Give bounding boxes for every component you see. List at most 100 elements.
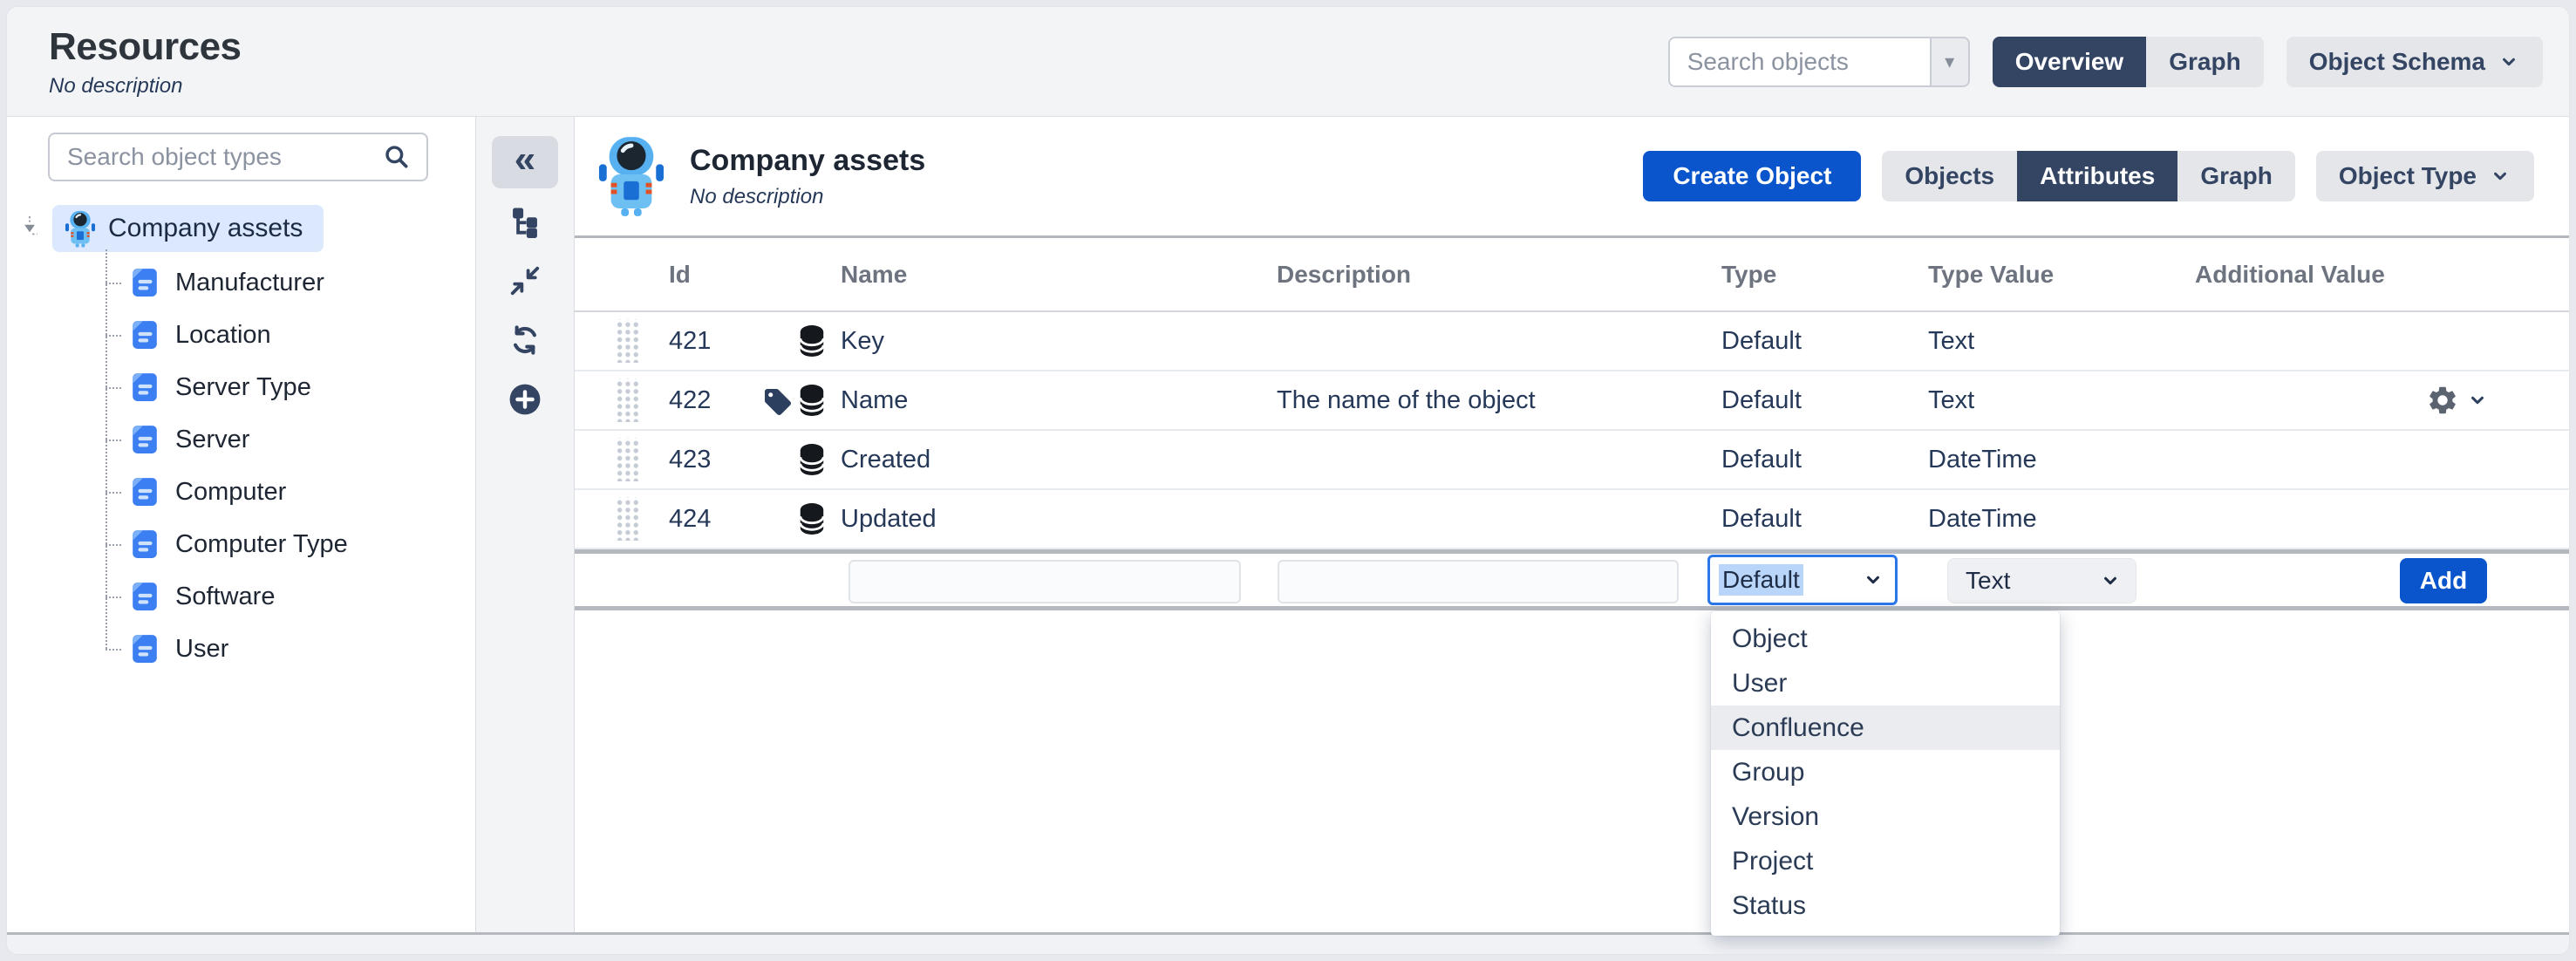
attribute-type-value: Text bbox=[1928, 386, 2195, 415]
chevron-down-icon bbox=[2099, 569, 2122, 592]
sidebar-item-user[interactable]: User bbox=[106, 623, 475, 675]
page-title: Resources bbox=[49, 25, 242, 69]
create-object-button[interactable]: Create Object bbox=[1643, 151, 1861, 201]
gear-icon[interactable] bbox=[2426, 384, 2459, 417]
attribute-id: 423 bbox=[669, 446, 745, 474]
database-icon bbox=[797, 324, 827, 358]
tab-switcher: Objects Attributes Graph bbox=[1882, 151, 2294, 201]
collapse-all-button[interactable] bbox=[492, 255, 558, 307]
type-option-status[interactable]: Status bbox=[1711, 883, 2060, 928]
attribute-type: Default bbox=[1721, 446, 1928, 474]
drag-handle[interactable] bbox=[615, 378, 639, 422]
chevron-down-icon[interactable] bbox=[2466, 389, 2489, 412]
object-type-panel: Company assets No description Create Obj… bbox=[575, 117, 2569, 932]
drag-handle[interactable] bbox=[615, 319, 639, 363]
tree-children: Manufacturer Location Server Type Server bbox=[106, 256, 475, 675]
tree-collapse-caret-icon[interactable] bbox=[7, 215, 52, 242]
type-option-version[interactable]: Version bbox=[1711, 794, 2060, 839]
chevron-down-icon bbox=[2498, 51, 2520, 73]
attribute-id: 422 bbox=[669, 386, 745, 415]
attribute-name: Created bbox=[841, 446, 1277, 474]
object-type-icon bbox=[130, 425, 160, 454]
column-additional-value: Additional Value bbox=[2195, 261, 2538, 289]
add-object-type-button[interactable] bbox=[492, 373, 558, 426]
type-option-user[interactable]: User bbox=[1711, 661, 2060, 705]
sidebar-item-computer[interactable]: Computer bbox=[106, 466, 475, 518]
object-type-subtitle: No description bbox=[690, 185, 925, 209]
attribute-type: Default bbox=[1721, 505, 1928, 534]
type-option-object[interactable]: Object bbox=[1711, 617, 2060, 661]
sidebar-item-location[interactable]: Location bbox=[106, 309, 475, 361]
type-option-project[interactable]: Project bbox=[1711, 839, 2060, 883]
attribute-id: 421 bbox=[669, 327, 745, 356]
attribute-row-424: 424 Updated Default DateTime bbox=[575, 490, 2569, 549]
sidebar-item-computer-type[interactable]: Computer Type bbox=[106, 518, 475, 570]
attribute-type-value: Text bbox=[1928, 327, 2195, 356]
schema-header: Resources No description ▾ Overview Grap… bbox=[7, 7, 2569, 117]
tree-structure-button[interactable] bbox=[492, 195, 558, 248]
graph-view-button[interactable]: Graph bbox=[2146, 37, 2263, 87]
search-options-dropdown-button[interactable]: ▾ bbox=[1930, 37, 1970, 87]
object-type-icon bbox=[130, 268, 160, 297]
attribute-name: Name bbox=[841, 386, 1277, 415]
tree-root-row: Company assets bbox=[7, 204, 475, 253]
column-type-value: Type Value bbox=[1928, 261, 2195, 289]
object-type-icon bbox=[130, 477, 160, 507]
attribute-type-value: DateTime bbox=[1928, 505, 2195, 534]
collapse-panel-button[interactable]: « bbox=[492, 136, 558, 188]
sidebar-item-software[interactable]: Software bbox=[106, 570, 475, 623]
tree-structure-icon bbox=[508, 205, 542, 238]
search-object-types-input[interactable] bbox=[67, 143, 383, 171]
object-type-header: Company assets No description Create Obj… bbox=[575, 117, 2569, 238]
object-type-icon bbox=[130, 372, 160, 402]
tab-attributes[interactable]: Attributes bbox=[2017, 151, 2177, 201]
drag-handle[interactable] bbox=[615, 438, 639, 481]
attribute-name: Key bbox=[841, 327, 1277, 356]
search-icon bbox=[383, 143, 411, 171]
tab-objects[interactable]: Objects bbox=[1882, 151, 2017, 201]
sidebar-item-manufacturer[interactable]: Manufacturer bbox=[106, 256, 475, 309]
overview-button[interactable]: Overview bbox=[1993, 37, 2147, 87]
database-icon bbox=[797, 443, 827, 476]
type-option-confluence[interactable]: Confluence bbox=[1711, 705, 2060, 750]
refresh-button[interactable] bbox=[492, 314, 558, 366]
new-attribute-name-input[interactable] bbox=[848, 560, 1241, 603]
new-attribute-description-input[interactable] bbox=[1278, 560, 1679, 603]
schema-title-block: Resources No description bbox=[49, 25, 242, 99]
column-id: Id bbox=[669, 261, 745, 289]
column-type: Type bbox=[1721, 261, 1928, 289]
object-schema-button[interactable]: Object Schema bbox=[2286, 37, 2543, 87]
new-attribute-type-select[interactable]: Default bbox=[1707, 555, 1898, 605]
refresh-icon bbox=[508, 324, 542, 357]
search-object-types-box bbox=[48, 133, 428, 181]
double-chevron-left-icon: « bbox=[515, 140, 535, 179]
sidebar-item-server-type[interactable]: Server Type bbox=[106, 361, 475, 413]
attribute-row-422: 422 Name The name of the object Default … bbox=[575, 371, 2569, 431]
add-attribute-row: Default Text Add bbox=[575, 549, 2569, 606]
object-type-menu-button[interactable]: Object Type bbox=[2316, 151, 2534, 201]
type-select-dropdown: Object User Confluence Group Version Pro… bbox=[1711, 611, 2060, 936]
attributes-table-header: Id Name Description Type Type Value Addi… bbox=[575, 238, 2569, 312]
attribute-name: Updated bbox=[841, 505, 1277, 534]
label-tag-icon bbox=[762, 386, 794, 418]
collapse-arrows-icon bbox=[508, 264, 542, 297]
chevron-down-icon bbox=[1862, 569, 1884, 591]
object-type-actions: Create Object Objects Attributes Graph O… bbox=[1643, 151, 2534, 201]
drag-handle[interactable] bbox=[615, 497, 639, 541]
new-attribute-type-value-select[interactable]: Text bbox=[1947, 558, 2136, 603]
database-icon bbox=[797, 502, 827, 535]
page-subtitle: No description bbox=[49, 74, 242, 99]
view-switcher: Overview Graph bbox=[1993, 37, 2264, 87]
sidebar-item-server[interactable]: Server bbox=[106, 413, 475, 466]
object-type-icon bbox=[130, 634, 160, 664]
add-attribute-button[interactable]: Add bbox=[2400, 558, 2487, 603]
object-type-sidebar: Company assets Manufacturer Location Ser… bbox=[7, 117, 475, 932]
tab-graph[interactable]: Graph bbox=[2177, 151, 2294, 201]
app-window: Resources No description ▾ Overview Grap… bbox=[7, 7, 2569, 954]
type-option-group[interactable]: Group bbox=[1711, 750, 2060, 794]
sidebar-item-company-assets[interactable]: Company assets bbox=[52, 205, 324, 252]
content-area: Company assets Manufacturer Location Ser… bbox=[7, 117, 2569, 932]
attribute-description: The name of the object bbox=[1277, 386, 1721, 415]
attribute-id: 424 bbox=[669, 505, 745, 534]
search-objects-input[interactable] bbox=[1668, 37, 1930, 87]
